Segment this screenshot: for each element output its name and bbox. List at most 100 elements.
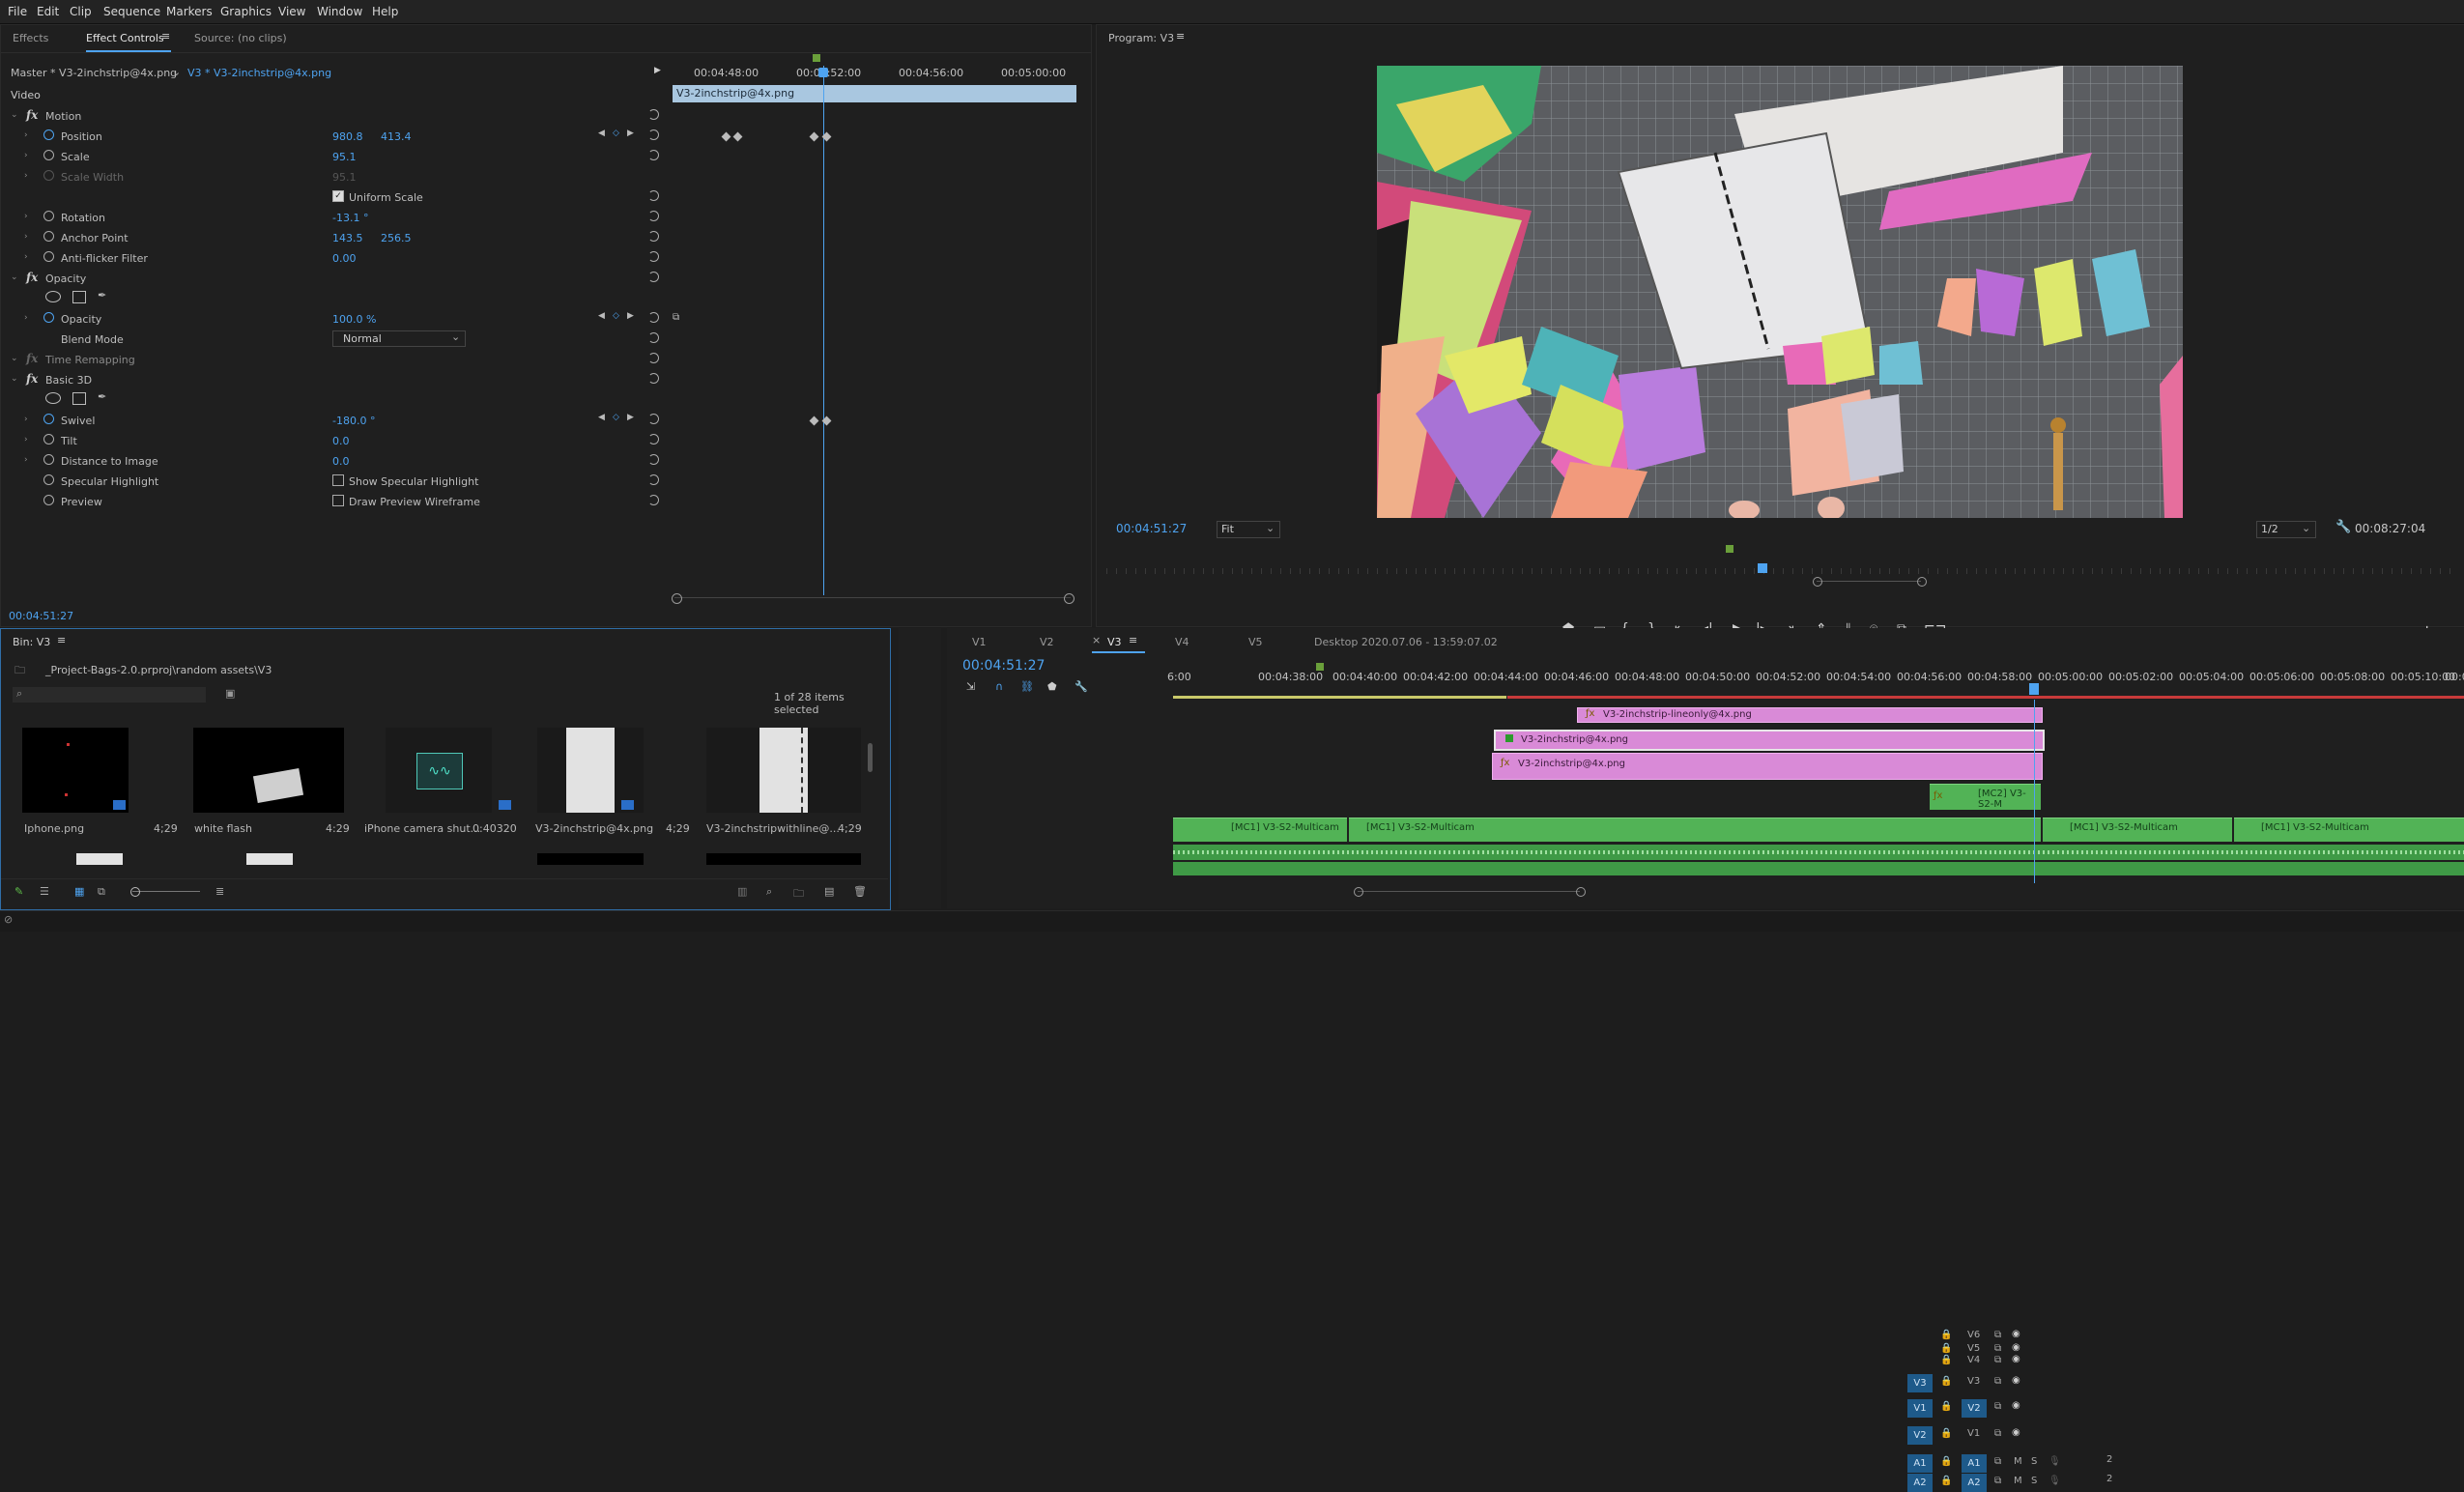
next-keyframe-icon[interactable]: ▶ bbox=[627, 413, 634, 422]
reset-icon[interactable] bbox=[648, 373, 659, 384]
scroll-handle-left[interactable] bbox=[1354, 887, 1363, 897]
ec-row[interactable]: Preview Draw Preview Wireframe bbox=[1, 492, 668, 512]
property-value[interactable]: -13.1 ° bbox=[332, 212, 368, 224]
close-icon[interactable]: × bbox=[1092, 634, 1101, 646]
wrench-icon[interactable]: 🔧 bbox=[2335, 520, 2351, 534]
property-value[interactable]: 0.00 bbox=[332, 252, 357, 265]
pen-mask-icon[interactable]: ✒ bbox=[98, 289, 106, 301]
fit-select[interactable]: Fit ⌄ bbox=[1217, 521, 1280, 538]
sync-lock-icon[interactable]: ⧉ bbox=[1994, 1428, 2001, 1439]
twirl-icon[interactable]: › bbox=[24, 455, 28, 465]
track-header[interactable]: V3 V3 🔒 ⧉ ◉ bbox=[1894, 1374, 2120, 1395]
reset-icon[interactable] bbox=[648, 414, 659, 424]
timeline-track-area[interactable]: ƒx V3-2inchstrip-lineonly@4x.png V3-2inc… bbox=[1173, 700, 2464, 883]
ec-scroll-handle-right[interactable] bbox=[1064, 593, 1074, 604]
menu-sequence[interactable]: Sequence bbox=[103, 5, 160, 18]
track-header[interactable]: A1 A1 🔒 ⧉ M S 🎙 2 bbox=[1894, 1454, 2120, 1473]
eye-icon[interactable]: ◉ bbox=[2012, 1427, 2020, 1438]
stopwatch-icon[interactable] bbox=[43, 495, 54, 505]
ec-scroll-handle-left[interactable] bbox=[672, 593, 682, 604]
reset-icon[interactable] bbox=[648, 109, 659, 120]
ec-row[interactable]: ✒ bbox=[1, 289, 668, 309]
reset-icon[interactable] bbox=[648, 211, 659, 221]
stopwatch-icon[interactable] bbox=[43, 211, 54, 221]
timeline-clip[interactable]: ƒx V3-2inchstrip-lineonly@4x.png bbox=[1577, 707, 2043, 723]
program-playhead[interactable] bbox=[1758, 563, 1767, 573]
reset-icon[interactable] bbox=[648, 495, 659, 505]
reset-icon[interactable] bbox=[648, 150, 659, 160]
reset-icon[interactable] bbox=[648, 434, 659, 445]
sort-icon[interactable]: ≣ bbox=[215, 885, 224, 898]
track-header[interactable]: V2 V1 🔒 ⧉ ◉ bbox=[1894, 1426, 2120, 1449]
keyframe-marker[interactable] bbox=[809, 416, 819, 426]
list-view-icon[interactable]: ☰ bbox=[40, 885, 49, 898]
reset-icon[interactable] bbox=[648, 231, 659, 242]
fx-badge-icon[interactable]: fx bbox=[26, 372, 38, 386]
timeline-ruler[interactable]: 6:00 00:04:38:00 00:04:40:00 00:04:42:00 00:… bbox=[1167, 667, 2464, 697]
ec-row[interactable]: › Opacity 100.0 % ◀ ◇ ▶ ⧉ bbox=[1, 309, 679, 330]
reset-icon[interactable] bbox=[648, 190, 659, 201]
timeline-scrollbar[interactable] bbox=[1358, 891, 1580, 892]
sync-lock-icon[interactable]: ⧉ bbox=[1994, 1355, 2001, 1365]
track-target[interactable]: A2 bbox=[1962, 1474, 1987, 1492]
property-value[interactable]: -180.0 ° bbox=[332, 415, 375, 427]
twirl-icon[interactable]: ⌄ bbox=[11, 374, 18, 384]
sequence-tab[interactable]: V1 bbox=[972, 636, 987, 648]
bin-item-thumbnail[interactable] bbox=[246, 853, 293, 865]
solo-button[interactable]: S bbox=[2031, 1456, 2037, 1467]
eye-icon[interactable]: ◉ bbox=[2012, 1342, 2020, 1353]
add-keyframe-icon[interactable]: ◇ bbox=[613, 311, 619, 321]
sequence-tab-active[interactable]: V3 bbox=[1107, 636, 1122, 648]
property-value[interactable]: 100.0 % bbox=[332, 313, 376, 326]
twirl-icon[interactable]: ⌄ bbox=[11, 354, 18, 363]
prev-keyframe-icon[interactable]: ◀ bbox=[598, 311, 605, 321]
find-icon[interactable]: ⌕ bbox=[766, 885, 772, 899]
property-value[interactable]: 95.1 bbox=[332, 151, 357, 163]
menu-markers[interactable]: Markers bbox=[166, 5, 213, 18]
menu-edit[interactable]: Edit bbox=[37, 5, 59, 18]
property-value[interactable]: 95.1 bbox=[332, 171, 357, 184]
stopwatch-icon[interactable] bbox=[43, 150, 54, 160]
stopwatch-icon[interactable] bbox=[43, 170, 54, 181]
bin-item-thumbnail[interactable] bbox=[706, 728, 861, 813]
sequence-tab[interactable]: Desktop 2020.07.06 - 13:59:07.02 bbox=[1314, 636, 1498, 648]
timeline-playhead-head[interactable] bbox=[2029, 683, 2039, 695]
eye-icon[interactable]: ◉ bbox=[2012, 1400, 2020, 1411]
ec-row[interactable]: › Position 980.8 413.4 ◀ ◇ ▶ bbox=[1, 127, 832, 147]
bin-item-name[interactable]: iPhone camera shut... bbox=[364, 822, 480, 835]
reset-icon[interactable] bbox=[648, 454, 659, 465]
timeline-playhead[interactable] bbox=[2034, 700, 2035, 883]
bin-item-name[interactable]: V3-2inchstripwithline@... bbox=[706, 822, 840, 835]
bin-item-thumbnail[interactable]: ∿∿ bbox=[386, 728, 492, 813]
ellipse-mask-icon[interactable] bbox=[45, 392, 61, 404]
rectangle-mask-icon[interactable] bbox=[72, 392, 86, 405]
stopwatch-icon[interactable] bbox=[43, 231, 54, 242]
wrench-icon[interactable]: 🔧 bbox=[1074, 680, 1088, 693]
stopwatch-icon[interactable] bbox=[43, 454, 54, 465]
program-current-timecode[interactable]: 00:04:51:27 bbox=[1116, 522, 1187, 535]
source-patch[interactable]: A2 bbox=[1907, 1474, 1933, 1492]
freeform-view-icon[interactable]: ⧉ bbox=[98, 885, 105, 899]
ec-playhead[interactable] bbox=[823, 66, 824, 595]
twirl-icon[interactable]: ⌄ bbox=[11, 110, 18, 120]
bin-item-thumbnail[interactable] bbox=[193, 728, 344, 813]
ec-clip-bar[interactable]: V3-2inchstrip@4x.png bbox=[673, 85, 1076, 102]
scroll-handle-right[interactable] bbox=[1576, 887, 1586, 897]
stopwatch-icon[interactable] bbox=[43, 434, 54, 445]
eye-icon[interactable]: ◉ bbox=[2012, 1329, 2020, 1339]
ec-row[interactable]: Specular Highlight Show Specular Highligh… bbox=[1, 472, 668, 492]
twirl-icon[interactable]: › bbox=[24, 151, 28, 160]
zoom-handle-right[interactable] bbox=[1917, 577, 1927, 587]
property-value[interactable]: 413.4 bbox=[381, 130, 412, 143]
track-target[interactable]: A1 bbox=[1962, 1454, 1987, 1473]
timeline-clip[interactable]: V3-2inchstrip@4x.png bbox=[1494, 730, 2045, 751]
bin-item-thumbnail[interactable] bbox=[537, 853, 644, 865]
track-header[interactable]: V6 🔒 ⧉ ◉ bbox=[1894, 1328, 2120, 1341]
tab-menu-icon[interactable]: ≡ bbox=[1129, 634, 1137, 646]
bin-item-name[interactable]: white flash bbox=[194, 822, 252, 835]
bin-scrollbar[interactable] bbox=[868, 743, 873, 772]
pencil-icon[interactable]: ✎ bbox=[14, 885, 23, 898]
checkbox[interactable]: ✓ bbox=[332, 190, 344, 202]
ec-row[interactable]: › Tilt 0.0 bbox=[1, 431, 668, 451]
track-header[interactable]: A2 A2 🔒 ⧉ M S 🎙 2 bbox=[1894, 1474, 2120, 1492]
